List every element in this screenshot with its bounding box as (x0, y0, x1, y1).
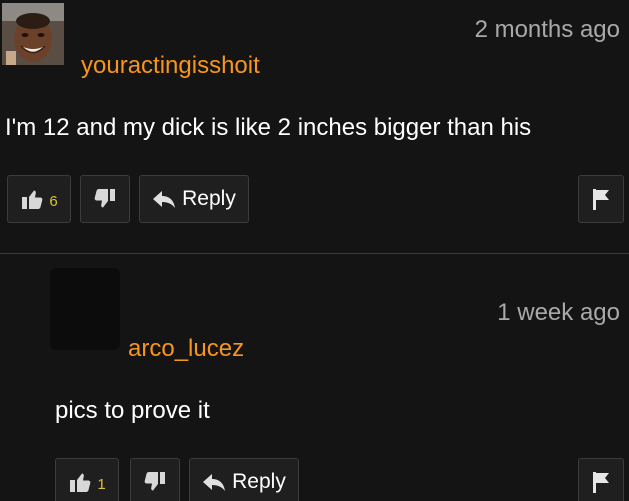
comment-text: pics to prove it (55, 397, 210, 424)
thumbs-up-icon (70, 473, 91, 492)
thumbs-down-icon (94, 189, 115, 208)
reply-button[interactable]: Reply (139, 175, 249, 223)
comment-username[interactable]: arco_lucez (128, 335, 244, 363)
like-count: 6 (49, 192, 58, 210)
avatar[interactable] (50, 268, 120, 350)
comment-thread: 2 months ago youractingisshoit I'm 12 an… (0, 0, 629, 501)
reply-label: Reply (232, 470, 286, 493)
avatar[interactable] (2, 3, 64, 65)
like-count: 1 (97, 475, 106, 493)
reply-button[interactable]: Reply (189, 458, 299, 501)
comment-timestamp: 2 months ago (474, 16, 620, 43)
comment-timestamp: 1 week ago (497, 299, 620, 326)
flag-button[interactable] (578, 458, 624, 501)
flag-icon (593, 189, 609, 210)
comment-divider (0, 253, 629, 254)
reply-arrow-icon (203, 474, 226, 491)
dislike-button[interactable] (80, 175, 130, 223)
comment-text: I'm 12 and my dick is like 2 inches bigg… (5, 114, 532, 141)
reply-arrow-icon (153, 191, 176, 208)
reply-label: Reply (182, 187, 236, 210)
like-button[interactable]: 1 (55, 458, 119, 501)
flag-icon (593, 472, 609, 493)
comment-username[interactable]: youractingisshoit (81, 52, 260, 80)
thumbs-up-icon (22, 190, 43, 209)
like-button[interactable]: 6 (7, 175, 71, 223)
flag-button[interactable] (578, 175, 624, 223)
dislike-button[interactable] (130, 458, 180, 501)
thumbs-down-icon (144, 472, 165, 491)
